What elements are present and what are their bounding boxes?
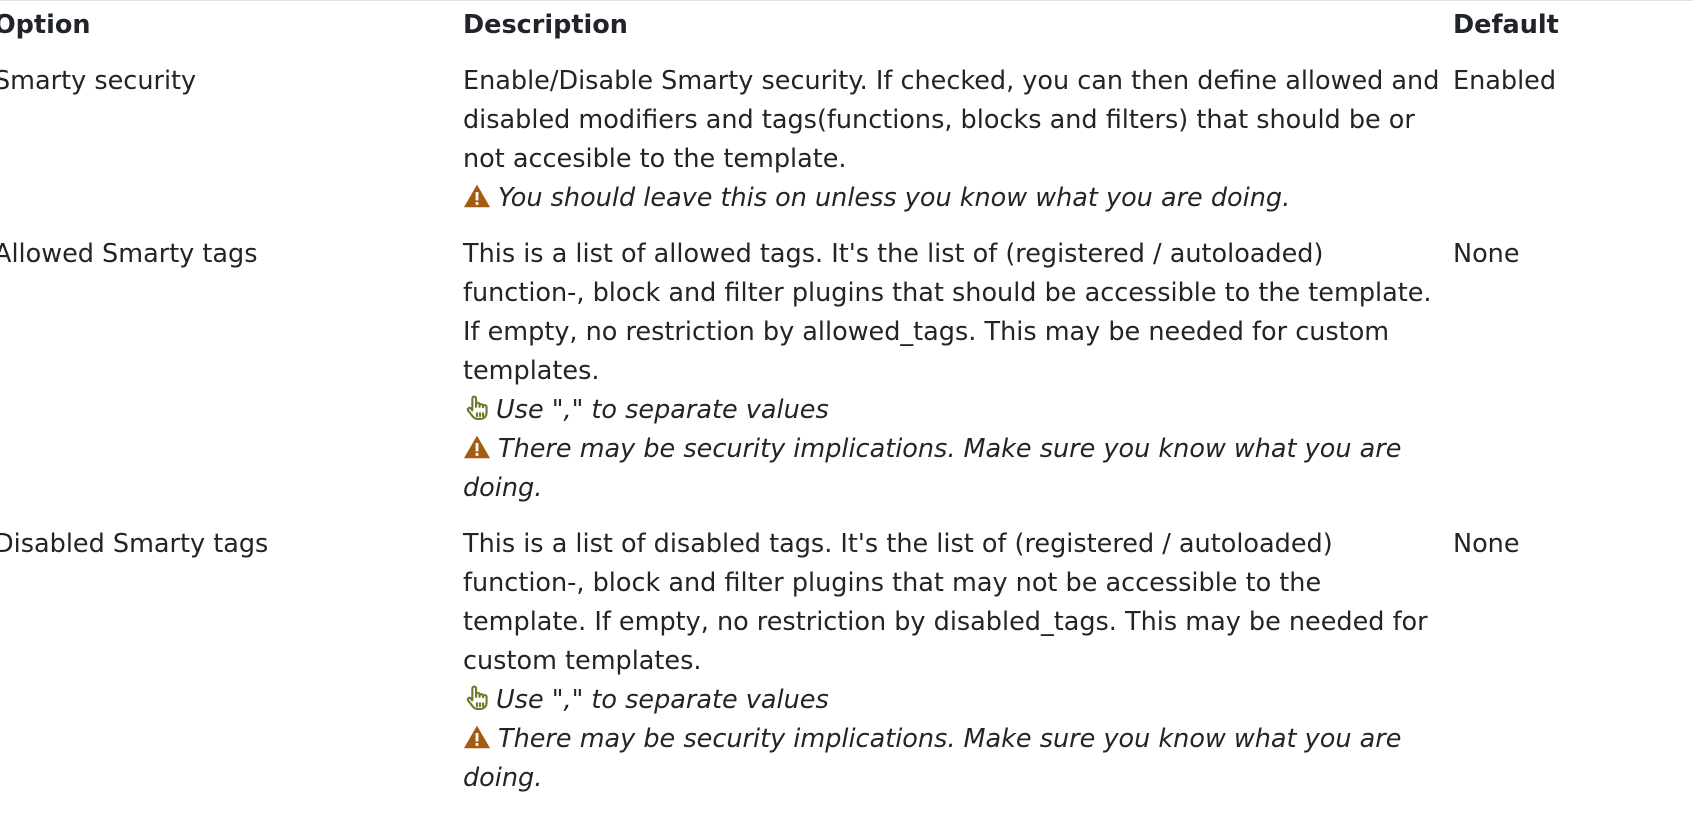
option-description-cell: This is a list of allowed tags. It's the…	[463, 228, 1453, 518]
warning-triangle-icon	[463, 723, 491, 751]
warning-text: There may be security implications. Make…	[463, 724, 1402, 793]
warning-note: There may be security implications. Make…	[463, 720, 1441, 798]
preferences-table: Option Description Default Smarty securi…	[0, 0, 1693, 808]
option-default: Enabled	[1453, 66, 1557, 96]
option-name: Smarty security	[0, 66, 197, 96]
option-description-cell: This is a list of disabled tags. It's th…	[463, 518, 1453, 808]
tip-text: Use "," to separate values	[496, 395, 829, 425]
option-name: Disabled Smarty tags	[0, 529, 269, 559]
option-default: None	[1453, 239, 1520, 269]
warning-triangle-icon	[463, 182, 491, 210]
tip-text: Use "," to separate values	[496, 685, 829, 715]
table-row: Disabled Smarty tags This is a list of d…	[0, 518, 1693, 808]
option-description-cell: Enable/Disable Smarty security. If check…	[463, 55, 1453, 228]
header-description: Description	[463, 10, 628, 40]
warning-text: You should leave this on unless you know…	[498, 183, 1291, 213]
warning-note: You should leave this on unless you know…	[463, 179, 1441, 218]
option-description: Enable/Disable Smarty security. If check…	[463, 66, 1440, 174]
table-header-row: Option Description Default	[0, 0, 1693, 55]
header-option: Option	[0, 10, 91, 40]
tip-note: Use "," to separate values	[463, 391, 1441, 430]
option-name: Allowed Smarty tags	[0, 239, 258, 269]
option-description: This is a list of allowed tags. It's the…	[463, 239, 1432, 386]
warning-triangle-icon	[463, 433, 491, 461]
pointing-hand-icon	[463, 684, 491, 712]
tip-note: Use "," to separate values	[463, 681, 1441, 720]
option-description: This is a list of disabled tags. It's th…	[463, 529, 1428, 676]
table-row: Allowed Smarty tags This is a list of al…	[0, 228, 1693, 518]
warning-note: There may be security implications. Make…	[463, 430, 1441, 508]
warning-text: There may be security implications. Make…	[463, 434, 1402, 503]
table-row: Smarty security Enable/Disable Smarty se…	[0, 55, 1693, 228]
pointing-hand-icon	[463, 394, 491, 422]
header-default: Default	[1453, 10, 1559, 40]
option-default: None	[1453, 529, 1520, 559]
